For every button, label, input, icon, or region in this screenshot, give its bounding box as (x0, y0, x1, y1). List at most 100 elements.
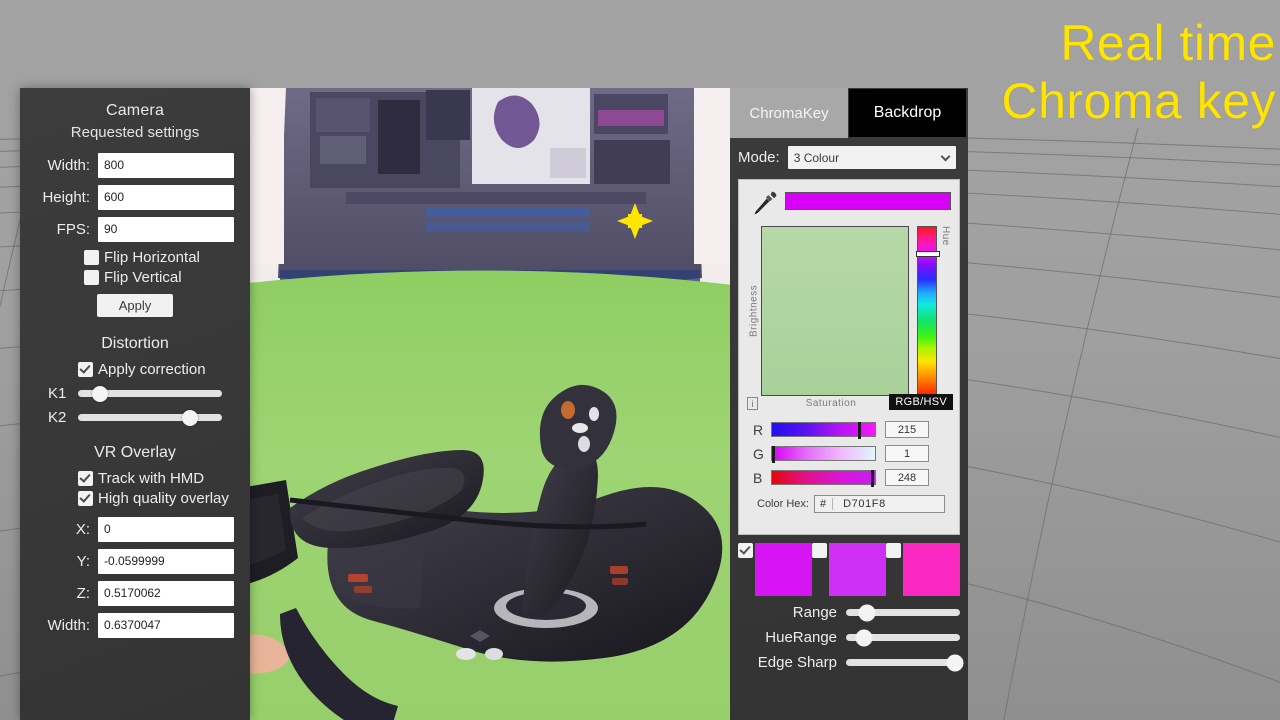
blue-channel-slider[interactable] (771, 470, 876, 487)
hash-symbol: # (815, 498, 834, 510)
fps-input[interactable]: 90 (98, 217, 234, 242)
flip-vertical-row[interactable]: Flip Vertical (84, 269, 234, 286)
distortion-heading: Distortion (101, 335, 169, 352)
high-quality-overlay-row[interactable]: High quality overlay (78, 490, 234, 507)
swatch-3-color[interactable] (903, 543, 960, 596)
color-hex-field[interactable]: # D701F8 (813, 495, 945, 513)
green-channel-handle[interactable] (772, 446, 776, 463)
red-channel-value[interactable]: 215 (885, 421, 929, 438)
flip-horizontal-label: Flip Horizontal (104, 249, 200, 266)
panel-tabbar: ChromaKey Backdrop (730, 88, 968, 138)
x-label: X: (75, 521, 90, 538)
huerange-slider-row: HueRange (730, 629, 960, 646)
rgb-hsv-toggle-button[interactable]: RGB/HSV (889, 394, 953, 410)
x-input[interactable]: 0 (98, 517, 234, 542)
camera-heading: Camera (105, 102, 165, 119)
apply-button-wrap: Apply (36, 294, 234, 317)
height-input[interactable]: 600 (98, 185, 234, 210)
camera-settings-panel: Camera Requested settings Width: 800 Hei… (20, 88, 250, 720)
track-with-hmd-row[interactable]: Track with HMD (78, 470, 234, 487)
k1-slider-track[interactable] (78, 385, 222, 402)
red-channel-label: R (753, 421, 764, 438)
range-slider-track[interactable] (846, 604, 960, 621)
hue-slider-handle[interactable] (916, 250, 940, 257)
color-picker: Brightness Hue i Saturation R 215 G 1 B … (738, 179, 960, 535)
high-quality-overlay-checkbox[interactable] (78, 491, 93, 506)
y-label: Y: (76, 553, 90, 570)
y-field-row: Y: -0.0599999 (36, 549, 234, 574)
red-channel-slider[interactable] (771, 422, 876, 439)
picker-top-row (747, 188, 951, 224)
edgesharp-label: Edge Sharp (757, 654, 837, 671)
color-hex-label: Color Hex: (757, 498, 809, 510)
edgesharp-slider-track[interactable] (846, 654, 964, 671)
selected-color-preview (785, 192, 951, 210)
tab-chromakey[interactable]: ChromaKey (730, 88, 848, 138)
green-channel-row: G 1 (753, 445, 951, 463)
swatch-item-2 (812, 543, 886, 596)
apply-correction-row[interactable]: Apply correction (78, 361, 234, 378)
flip-vertical-label: Flip Vertical (104, 269, 182, 286)
red-channel-handle[interactable] (857, 422, 861, 439)
k2-slider-handle[interactable] (182, 409, 199, 426)
overlay-width-field-row: Width: 0.6370047 (36, 613, 234, 638)
apply-correction-checkbox[interactable] (78, 362, 93, 377)
k2-slider-track[interactable] (78, 409, 222, 426)
overlay-width-label: Width: (47, 617, 90, 634)
red-channel-row: R 215 (753, 421, 951, 439)
track-with-hmd-checkbox[interactable] (78, 471, 93, 486)
swatch-1-color[interactable] (755, 543, 812, 596)
overlay-width-input[interactable]: 0.6370047 (98, 613, 234, 638)
saturation-brightness-area: Brightness Hue (747, 226, 951, 396)
blue-channel-handle[interactable] (870, 470, 874, 487)
mode-label: Mode: (738, 149, 780, 166)
k2-slider-row: K2 (48, 409, 234, 426)
range-slider-handle[interactable] (858, 604, 876, 621)
height-label: Height: (42, 189, 90, 206)
fps-field-row: FPS: 90 (36, 217, 234, 242)
edgesharp-slider-handle[interactable] (946, 654, 964, 671)
eyedropper-icon[interactable] (751, 188, 779, 218)
mode-row: Mode: 3 Colour (730, 138, 968, 179)
swatch-1-checkbox[interactable] (738, 543, 753, 558)
green-channel-label: G (753, 445, 764, 462)
title-line-1: Real time (1060, 15, 1276, 71)
apply-button[interactable]: Apply (96, 294, 174, 317)
green-channel-value[interactable]: 1 (885, 445, 929, 462)
hue-label: Hue (940, 226, 951, 246)
huerange-label: HueRange (765, 629, 837, 646)
k1-label: K1 (48, 385, 67, 402)
chevron-down-icon (940, 151, 951, 162)
swatch-2-checkbox[interactable] (812, 543, 827, 558)
huerange-slider-handle[interactable] (855, 629, 873, 646)
range-label: Range (792, 604, 837, 621)
swatch-2-color[interactable] (829, 543, 886, 596)
k1-slider-row: K1 (48, 385, 234, 402)
vr-overlay-heading: VR Overlay (94, 444, 176, 461)
mode-select[interactable]: 3 Colour (787, 146, 956, 169)
huerange-slider-track[interactable] (846, 629, 960, 646)
y-input[interactable]: -0.0599999 (98, 549, 234, 574)
saturation-brightness-square[interactable] (761, 226, 909, 396)
z-input[interactable]: 0.5170062 (98, 581, 234, 606)
height-field-row: Height: 600 (36, 185, 234, 210)
flip-horizontal-checkbox[interactable] (84, 250, 99, 265)
swatch-item-1 (738, 543, 812, 596)
k1-slider-handle[interactable] (91, 385, 108, 402)
x-field-row: X: 0 (36, 517, 234, 542)
apply-correction-label: Apply correction (98, 361, 206, 378)
swatch-3-checkbox[interactable] (886, 543, 901, 558)
fps-label: FPS: (56, 221, 90, 238)
hue-slider[interactable] (916, 226, 940, 396)
mode-selected-value: 3 Colour (793, 150, 840, 165)
tab-backdrop[interactable]: Backdrop (849, 89, 966, 137)
width-input[interactable]: 800 (98, 153, 234, 178)
flip-horizontal-row[interactable]: Flip Horizontal (84, 249, 234, 266)
camera-feed-preview (250, 88, 730, 720)
range-slider-row: Range (730, 604, 960, 621)
high-quality-overlay-label: High quality overlay (98, 490, 229, 507)
flip-vertical-checkbox[interactable] (84, 270, 99, 285)
green-channel-slider[interactable] (771, 446, 876, 463)
k2-label: K2 (48, 409, 67, 426)
blue-channel-value[interactable]: 248 (885, 469, 929, 486)
